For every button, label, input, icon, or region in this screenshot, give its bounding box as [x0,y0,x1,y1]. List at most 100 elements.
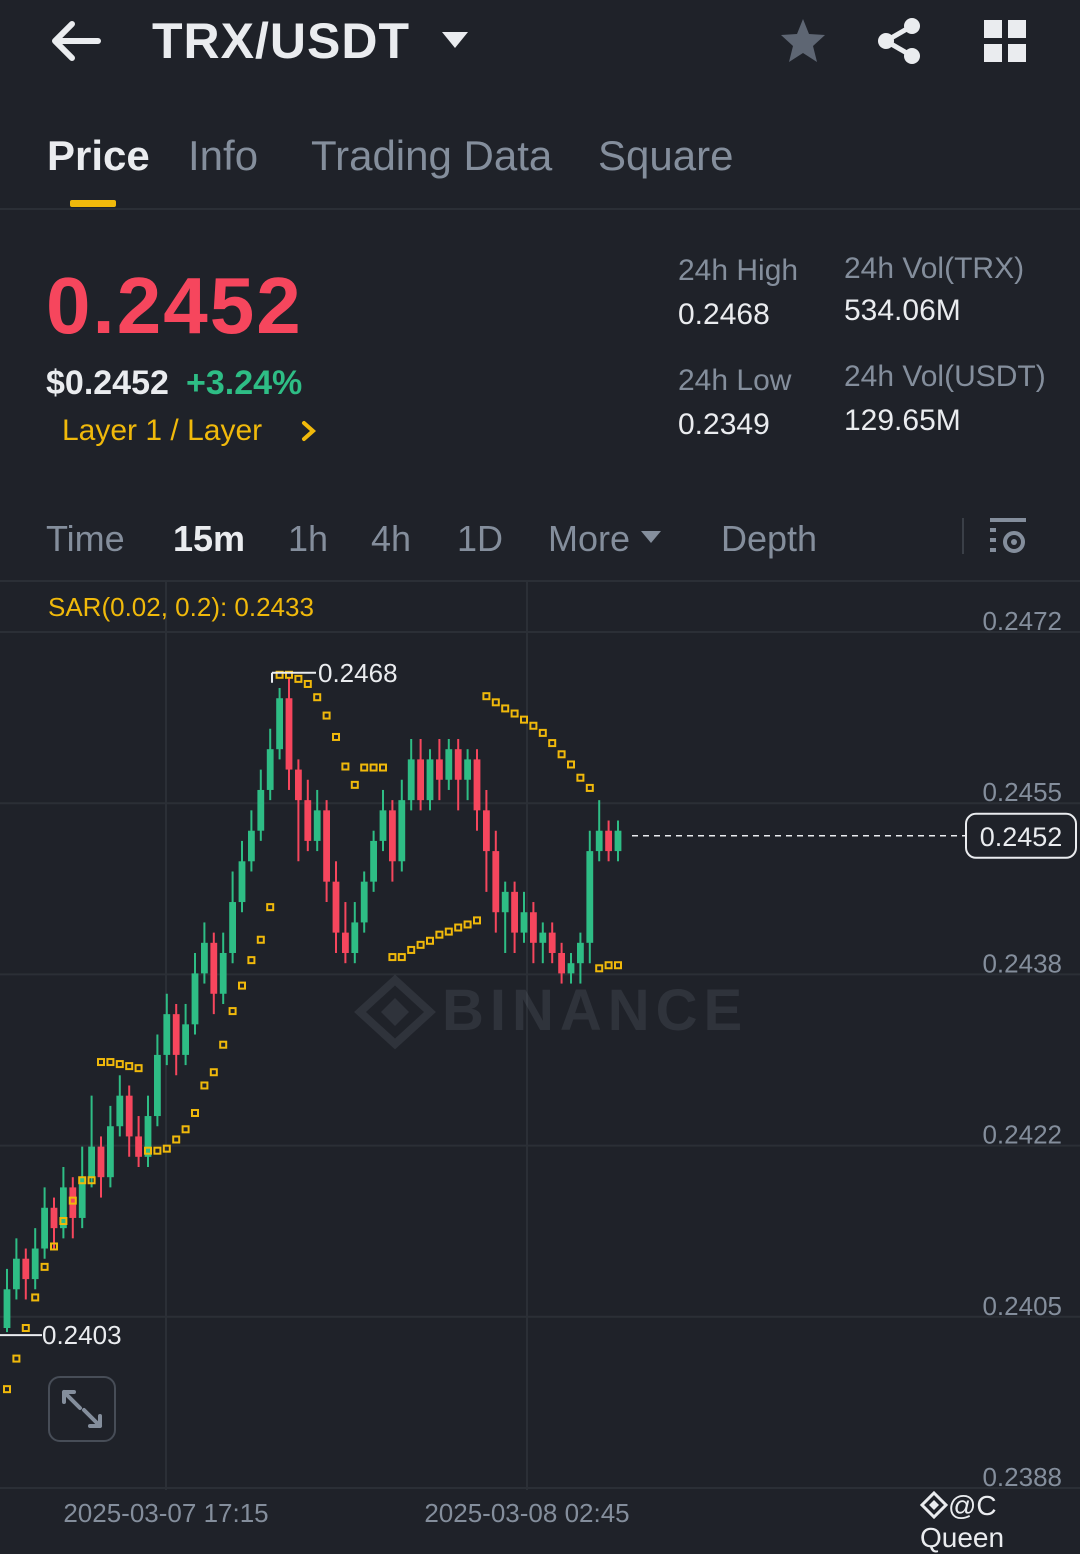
sar-dot [407,945,416,954]
star-icon[interactable] [778,16,828,66]
pair-title[interactable]: TRX/USDT [152,12,410,70]
candle-body [201,942,208,974]
sar-dot [435,930,444,939]
sar-dot [529,721,538,730]
candle-body [360,881,368,923]
candle-body [417,759,424,801]
grid-icon[interactable] [982,18,1028,64]
tab-info[interactable]: Info [188,132,258,180]
sar-dot [219,1040,228,1049]
high-label: 24h High [678,254,799,287]
candle-body [22,1258,30,1280]
sar-dot [21,1324,30,1333]
candle-body [473,759,481,811]
y-tick-label: 0.2405 [982,1291,1062,1321]
candle-body [511,891,518,933]
binance-logo-icon [919,1490,949,1520]
interval-time[interactable]: Time [46,518,125,560]
low-value: 0.2349 [678,408,770,441]
sar-dot [510,709,519,718]
sar-dot [191,1108,199,1117]
candle-body [313,810,321,841]
sar-dot [548,739,557,748]
candle-body [351,922,359,953]
candle-body [135,1136,142,1157]
y-tick-label: 0.2472 [982,606,1062,636]
vol-usdt-value: 129.65M [844,404,961,437]
candle-body [41,1207,48,1249]
candle-body [182,1024,189,1055]
candle-body [454,749,462,780]
sar-dot [256,935,265,944]
candle-body [595,830,603,852]
min-price-label: 0.2403 [42,1320,122,1350]
candle-body [172,1014,180,1055]
chevron-right-icon[interactable] [298,420,318,442]
candle-body [125,1095,133,1137]
candle-body [445,749,453,780]
candle-body [3,1289,11,1329]
back-arrow-icon[interactable] [48,18,104,64]
candle-body [304,800,312,841]
sar-dot [97,1058,105,1067]
tab-trading-data[interactable]: Trading Data [311,132,552,180]
sar-dot [482,692,491,701]
candle-body [219,953,227,994]
candle-body [398,800,406,862]
caret-down-icon[interactable] [440,30,470,50]
candle-body [426,759,434,801]
category-link[interactable]: Layer 1 / Layer [62,414,262,448]
candle-body [605,830,612,852]
expand-icon [62,1390,102,1428]
chart-settings-icon[interactable] [986,514,1030,558]
tab-price[interactable]: Price [47,132,150,180]
sar-dot [538,728,547,737]
candle-body [539,932,547,943]
current-price-label: 0.2452 [980,822,1063,852]
sar-dot [341,762,350,771]
binance-logo-icon [381,998,409,1026]
sar-dot [379,763,387,772]
interval-4h[interactable]: 4h [371,518,411,560]
sar-dot [397,953,406,962]
candle-body [248,830,255,862]
sar-dot [360,763,369,772]
candle-body [88,1146,95,1178]
tab-square[interactable]: Square [598,132,733,180]
tab-active-indicator [70,200,116,207]
sar-dot [125,1062,134,1071]
sar-dot [520,715,528,724]
sar-dot [106,1058,115,1067]
y-tick-label: 0.2388 [982,1462,1062,1492]
expand-chart-button[interactable] [48,1376,116,1442]
share-icon[interactable] [874,16,924,66]
sar-dot [416,940,425,949]
candle-body [276,698,283,750]
sar-dot [247,956,256,965]
candle-body [520,912,528,933]
candle-body [229,902,236,953]
high-value: 0.2468 [678,298,770,331]
interval-more[interactable]: More [548,518,630,560]
candle-body [567,963,575,974]
interval-1h[interactable]: 1h [288,518,328,560]
interval-15m[interactable]: 15m [173,518,245,560]
max-price-label: 0.2468 [318,658,398,688]
candle-body [210,942,218,994]
watermark-text: BINANCE [442,978,748,1043]
interval-depth[interactable]: Depth [721,518,817,560]
sar-dot [31,1293,40,1302]
interval-1d[interactable]: 1D [457,518,503,560]
caret-down-icon[interactable] [640,530,662,544]
sar-dot [228,1007,237,1016]
sar-dot [332,732,340,741]
sar-dot [369,763,378,772]
tab-divider [0,208,1080,210]
candlestick-chart[interactable]: BINANCE 0.2468 0.2403 0.2452 0.2472 0.2455 0… [0,582,1080,1532]
sar-dot [153,1146,162,1155]
sar-dot [209,1068,218,1077]
candle-body [238,861,246,903]
candle-body [342,932,349,953]
change-percent: +3.24% [186,364,303,402]
sar-dot [350,780,359,789]
